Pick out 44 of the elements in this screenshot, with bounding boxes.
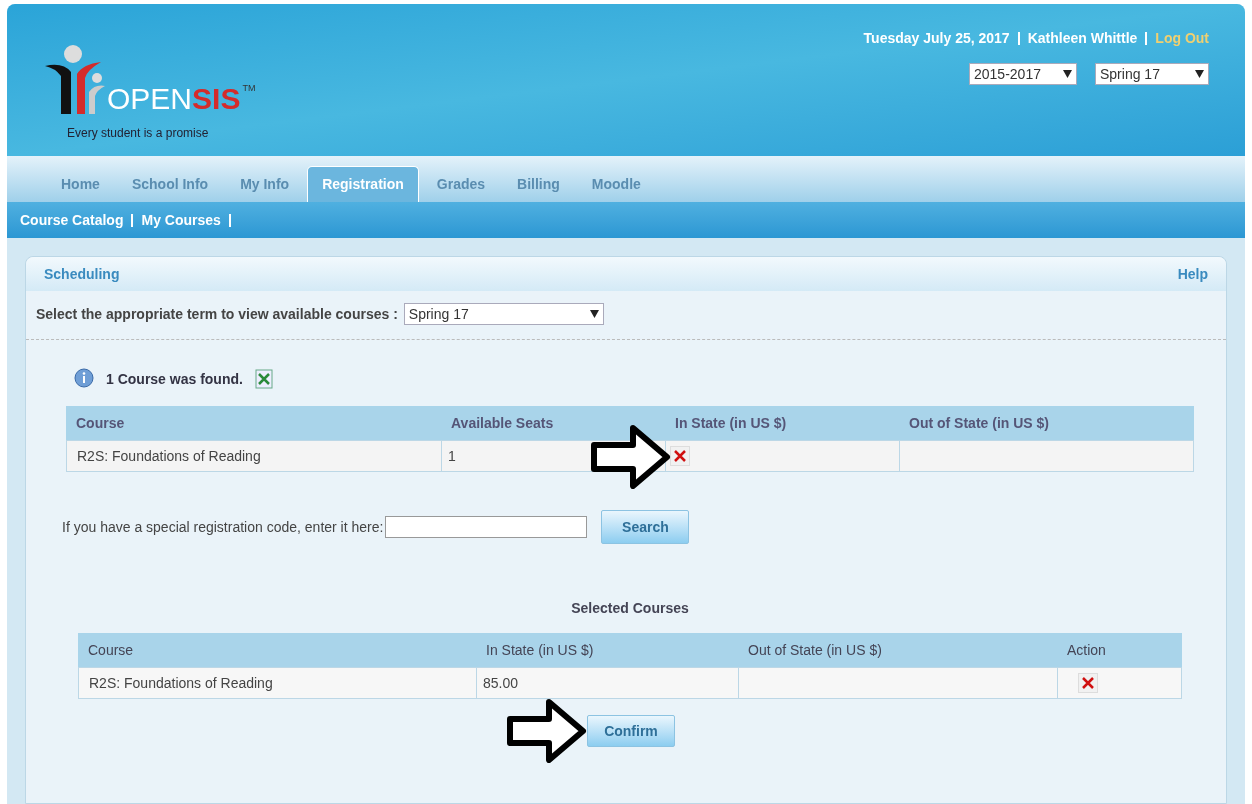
year-select[interactable]: 2015-2017 [969, 63, 1077, 85]
remove-icon[interactable] [1078, 673, 1098, 693]
found-message: 1 Course was found. [106, 369, 243, 389]
nav-tab[interactable]: Billing [503, 166, 574, 202]
column-header: Action [1066, 640, 1107, 660]
help-link[interactable]: Help [1177, 263, 1208, 285]
table-cell: R2S: Foundations of Reading [67, 441, 442, 471]
search-button[interactable]: Search [601, 510, 690, 544]
code-label: If you have a special registration code, enter it here: [62, 517, 384, 537]
nav-tab[interactable]: My Info [226, 166, 304, 202]
date-text: Tuesday July 25, 2017 [863, 29, 1010, 48]
dropdown-caret-icon [1063, 70, 1072, 78]
table-cell: R2S: Foundations of Reading [79, 668, 477, 698]
subnav-link[interactable]: Course Catalog [20, 209, 124, 231]
term-select[interactable]: Spring 17 [1095, 63, 1209, 85]
section-title: Selected Courses [571, 599, 689, 618]
column-header: Course [75, 413, 126, 433]
info-icon [74, 368, 94, 390]
subnav-link[interactable]: My Courses [141, 209, 221, 231]
table-cell: 85.00 [477, 668, 739, 698]
user-name: Kathleen Whittle [1027, 29, 1138, 48]
column-header: Out of State (in US $) [908, 413, 1050, 433]
column-header: Out of State (in US $) [747, 640, 883, 660]
logout-link[interactable]: Log Out [1155, 28, 1209, 49]
nav-tab[interactable]: School Info [117, 166, 223, 202]
code-input[interactable] [385, 516, 588, 538]
table-cell-text: 1 [447, 446, 457, 466]
nav-tab[interactable]: Home [47, 166, 114, 202]
column-header: Available Seats [450, 413, 555, 433]
column-header: In State (in US $) [485, 640, 595, 660]
nav-tab[interactable]: Registration [307, 166, 419, 202]
term-dropdown[interactable]: Spring 17 [403, 303, 604, 325]
term-label: Select the appropriate term to view available courses : [36, 304, 398, 324]
tagline: Every student is a promise [67, 125, 210, 142]
panel-title: Scheduling [44, 264, 120, 284]
column-header: In State (in US $) [674, 413, 788, 433]
remove-icon[interactable] [670, 446, 690, 466]
spreadsheet-icon[interactable] [254, 369, 273, 389]
nav-tab[interactable]: Grades [422, 166, 500, 202]
column-header: Course [87, 640, 135, 660]
confirm-button[interactable]: Confirm [587, 715, 675, 747]
dropdown-caret-icon [589, 310, 599, 318]
dropdown-caret-icon [1195, 70, 1204, 78]
nav-tab[interactable]: Moodle [577, 166, 655, 202]
